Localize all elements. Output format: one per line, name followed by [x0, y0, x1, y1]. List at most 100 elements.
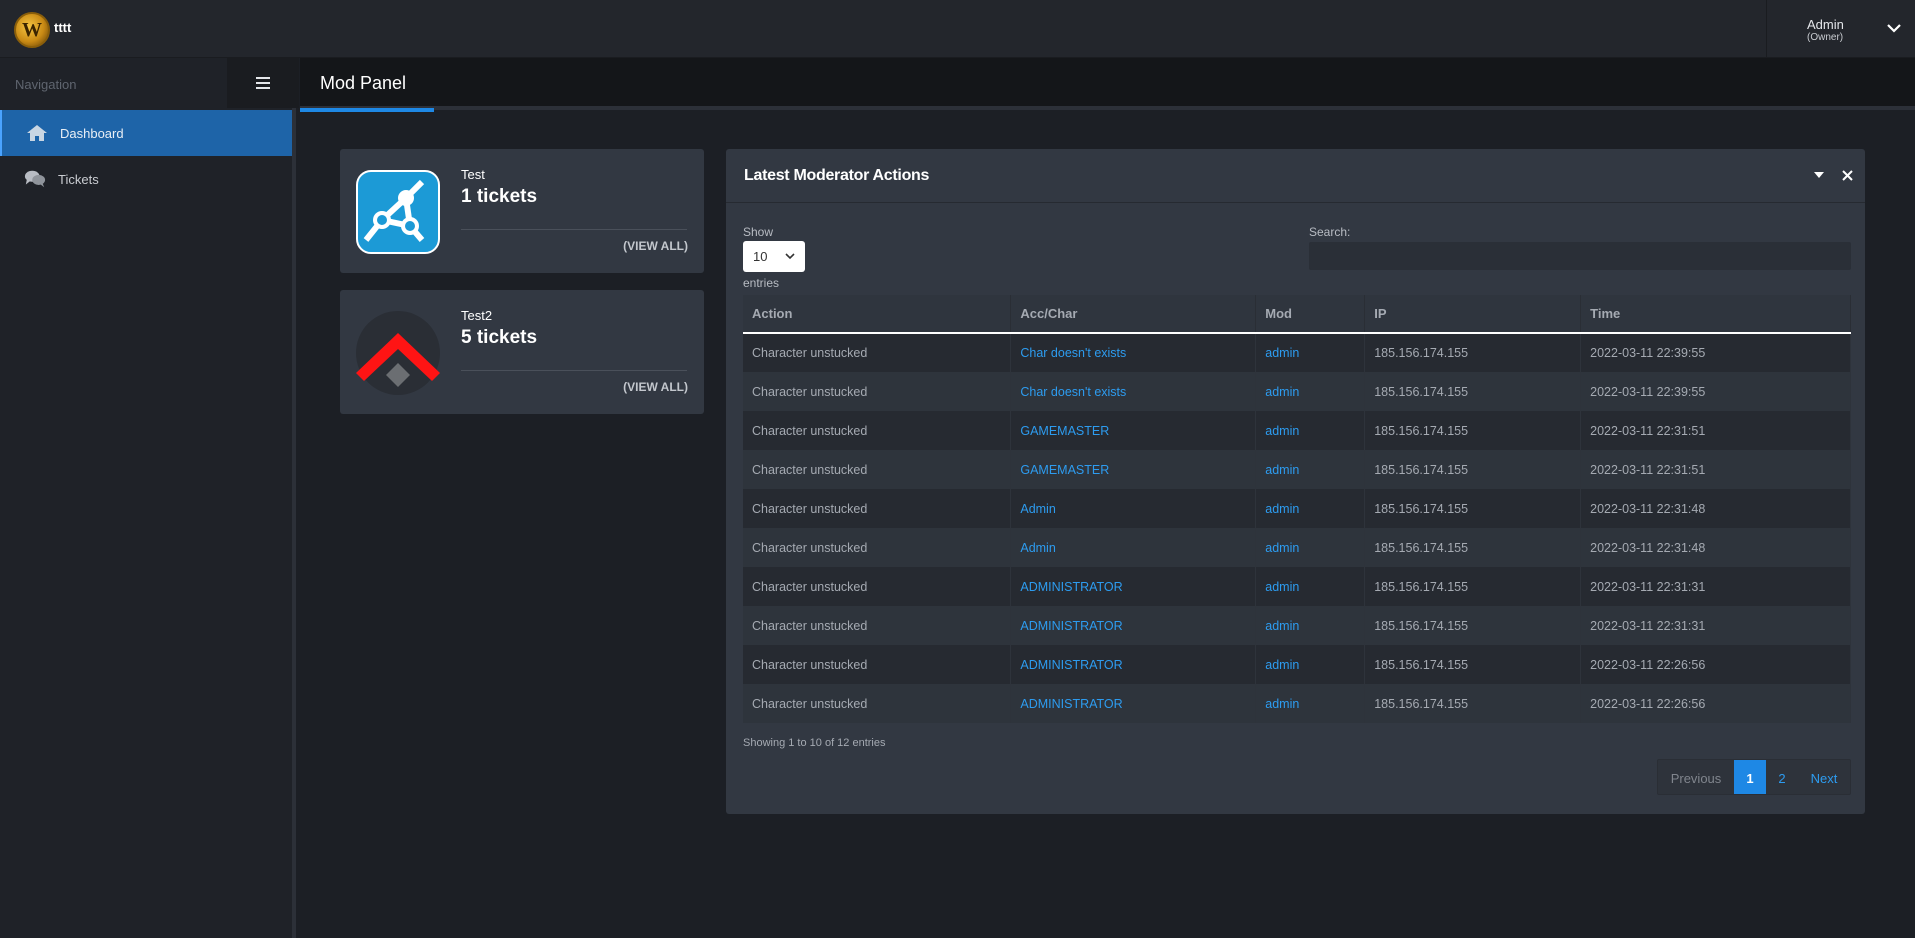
sidebar-item-label: Dashboard [60, 125, 124, 141]
ticket-card-test: Test 1 tickets (VIEW ALL) [340, 149, 704, 273]
table-body: Character unstucked Char doesn't exists ad… [743, 333, 1851, 723]
search-input[interactable] [1309, 242, 1851, 270]
action-cell: Character unstucked [743, 684, 1012, 723]
acc-char-link[interactable]: Char doesn't exists [1020, 385, 1126, 399]
table-cell: admin [1255, 333, 1366, 372]
mod-link[interactable]: admin [1265, 697, 1299, 711]
user-name: Admin [1807, 17, 1844, 32]
site-name[interactable]: tttt [54, 20, 71, 35]
entries-length-value: 10 [753, 249, 768, 264]
divider [461, 229, 687, 230]
ip-cell: 185.156.174.155 [1364, 489, 1582, 528]
table-cell: admin [1255, 450, 1366, 489]
action-cell: Character unstucked [743, 606, 1012, 645]
divider [461, 370, 687, 371]
table-cell: admin [1255, 372, 1366, 411]
time-cell: 2022-03-11 22:31:31 [1580, 567, 1851, 606]
table-row: Character unstucked GAMEMASTER admin 185.15… [743, 411, 1851, 450]
ip-cell: 185.156.174.155 [1364, 645, 1582, 684]
ticket-card-test2: Test2 5 tickets (VIEW ALL) [340, 290, 704, 414]
time-cell: 2022-03-11 22:31:51 [1580, 450, 1851, 489]
ip-cell: 185.156.174.155 [1364, 372, 1582, 411]
acc-char-link[interactable]: Admin [1020, 541, 1055, 555]
table-row: Character unstucked ADMINISTRATOR admin 185… [743, 645, 1851, 684]
acc-char-link[interactable]: Admin [1020, 502, 1055, 516]
ticket-card-name: Test [461, 167, 485, 182]
comments-icon [24, 169, 46, 189]
menu-toggle-button[interactable] [227, 58, 299, 108]
table-row: Character unstucked GAMEMASTER admin 185.15… [743, 450, 1851, 489]
column-header-action[interactable]: Action [743, 295, 1012, 334]
time-cell: 2022-03-11 22:26:56 [1580, 684, 1851, 723]
mod-link[interactable]: admin [1265, 541, 1299, 555]
entries-length-select[interactable]: 10 [743, 241, 805, 272]
page-2-button[interactable]: 2 [1766, 760, 1798, 794]
sidebar-item-dashboard[interactable]: Dashboard [0, 110, 292, 156]
panel-title: Latest Moderator Actions [744, 167, 930, 184]
time-cell: 2022-03-11 22:26:56 [1580, 645, 1851, 684]
panel-header: Latest Moderator Actions [726, 149, 1865, 203]
column-header-acc-char[interactable]: Acc/Char [1010, 295, 1257, 334]
mod-link[interactable]: admin [1265, 463, 1299, 477]
chevron-down-icon[interactable] [1884, 18, 1904, 38]
acc-char-link[interactable]: ADMINISTRATOR [1020, 580, 1122, 594]
sidebar-item-tickets[interactable]: Tickets [0, 156, 292, 202]
table-cell: admin [1255, 567, 1366, 606]
acc-char-link[interactable]: GAMEMASTER [1020, 463, 1109, 477]
view-all-link[interactable]: (VIEW ALL) [623, 239, 688, 253]
time-cell: 2022-03-11 22:31:31 [1580, 606, 1851, 645]
user-menu[interactable]: Admin (Owner) [1766, 0, 1915, 58]
acc-char-link[interactable]: ADMINISTRATOR [1020, 658, 1122, 672]
logo-icon[interactable]: W [14, 12, 50, 48]
table-cell: admin [1255, 606, 1366, 645]
chevron-diamond-icon [356, 311, 440, 395]
next-page-button[interactable]: Next [1798, 760, 1850, 794]
table-cell: ADMINISTRATOR [1010, 645, 1257, 684]
moderator-actions-table: Action Acc/Char Mod IP Time Character un… [743, 295, 1851, 723]
mod-link[interactable]: admin [1265, 385, 1299, 399]
collapse-icon[interactable] [1811, 167, 1827, 183]
mod-link[interactable]: admin [1265, 424, 1299, 438]
page-1-button[interactable]: 1 [1734, 760, 1766, 794]
page-header: Mod Panel [300, 58, 1915, 112]
action-cell: Character unstucked [743, 528, 1012, 567]
mod-link[interactable]: admin [1265, 619, 1299, 633]
column-header-ip[interactable]: IP [1364, 295, 1582, 334]
table-cell: admin [1255, 489, 1366, 528]
action-cell: Character unstucked [743, 645, 1012, 684]
sidebar-item-label: Tickets [58, 171, 99, 187]
table-cell: admin [1255, 411, 1366, 450]
column-header-time[interactable]: Time [1580, 295, 1851, 334]
table-row: Character unstucked Char doesn't exists ad… [743, 333, 1851, 372]
acc-char-link[interactable]: GAMEMASTER [1020, 424, 1109, 438]
mod-link[interactable]: admin [1265, 580, 1299, 594]
acc-char-link[interactable]: ADMINISTRATOR [1020, 697, 1122, 711]
table-cell: Char doesn't exists [1010, 333, 1257, 372]
view-all-link[interactable]: (VIEW ALL) [623, 380, 688, 394]
column-header-mod[interactable]: Mod [1255, 295, 1366, 334]
table-row: Character unstucked Admin admin 185.156.174… [743, 528, 1851, 567]
table-info: Showing 1 to 10 of 12 entries [743, 737, 886, 749]
table-cell: Char doesn't exists [1010, 372, 1257, 411]
chevron-down-icon [785, 253, 795, 260]
user-role: (Owner) [1807, 32, 1844, 43]
previous-page-button[interactable]: Previous [1658, 760, 1734, 794]
hamburger-icon [256, 77, 270, 89]
mod-link[interactable]: admin [1265, 658, 1299, 672]
home-icon [26, 123, 48, 143]
time-cell: 2022-03-11 22:39:55 [1580, 333, 1851, 372]
mod-link[interactable]: admin [1265, 502, 1299, 516]
acc-char-link[interactable]: ADMINISTRATOR [1020, 619, 1122, 633]
ip-cell: 185.156.174.155 [1364, 606, 1582, 645]
time-cell: 2022-03-11 22:39:55 [1580, 372, 1851, 411]
acc-char-link[interactable]: Char doesn't exists [1020, 346, 1126, 360]
action-cell: Character unstucked [743, 489, 1012, 528]
table-row: Character unstucked Char doesn't exists ad… [743, 372, 1851, 411]
pagination: Previous 1 2 Next [1657, 759, 1851, 795]
table-cell: Admin [1010, 489, 1257, 528]
action-cell: Character unstucked [743, 411, 1012, 450]
page-title-underline [300, 108, 434, 112]
mod-link[interactable]: admin [1265, 346, 1299, 360]
ip-cell: 185.156.174.155 [1364, 528, 1582, 567]
close-icon[interactable] [1839, 167, 1855, 183]
